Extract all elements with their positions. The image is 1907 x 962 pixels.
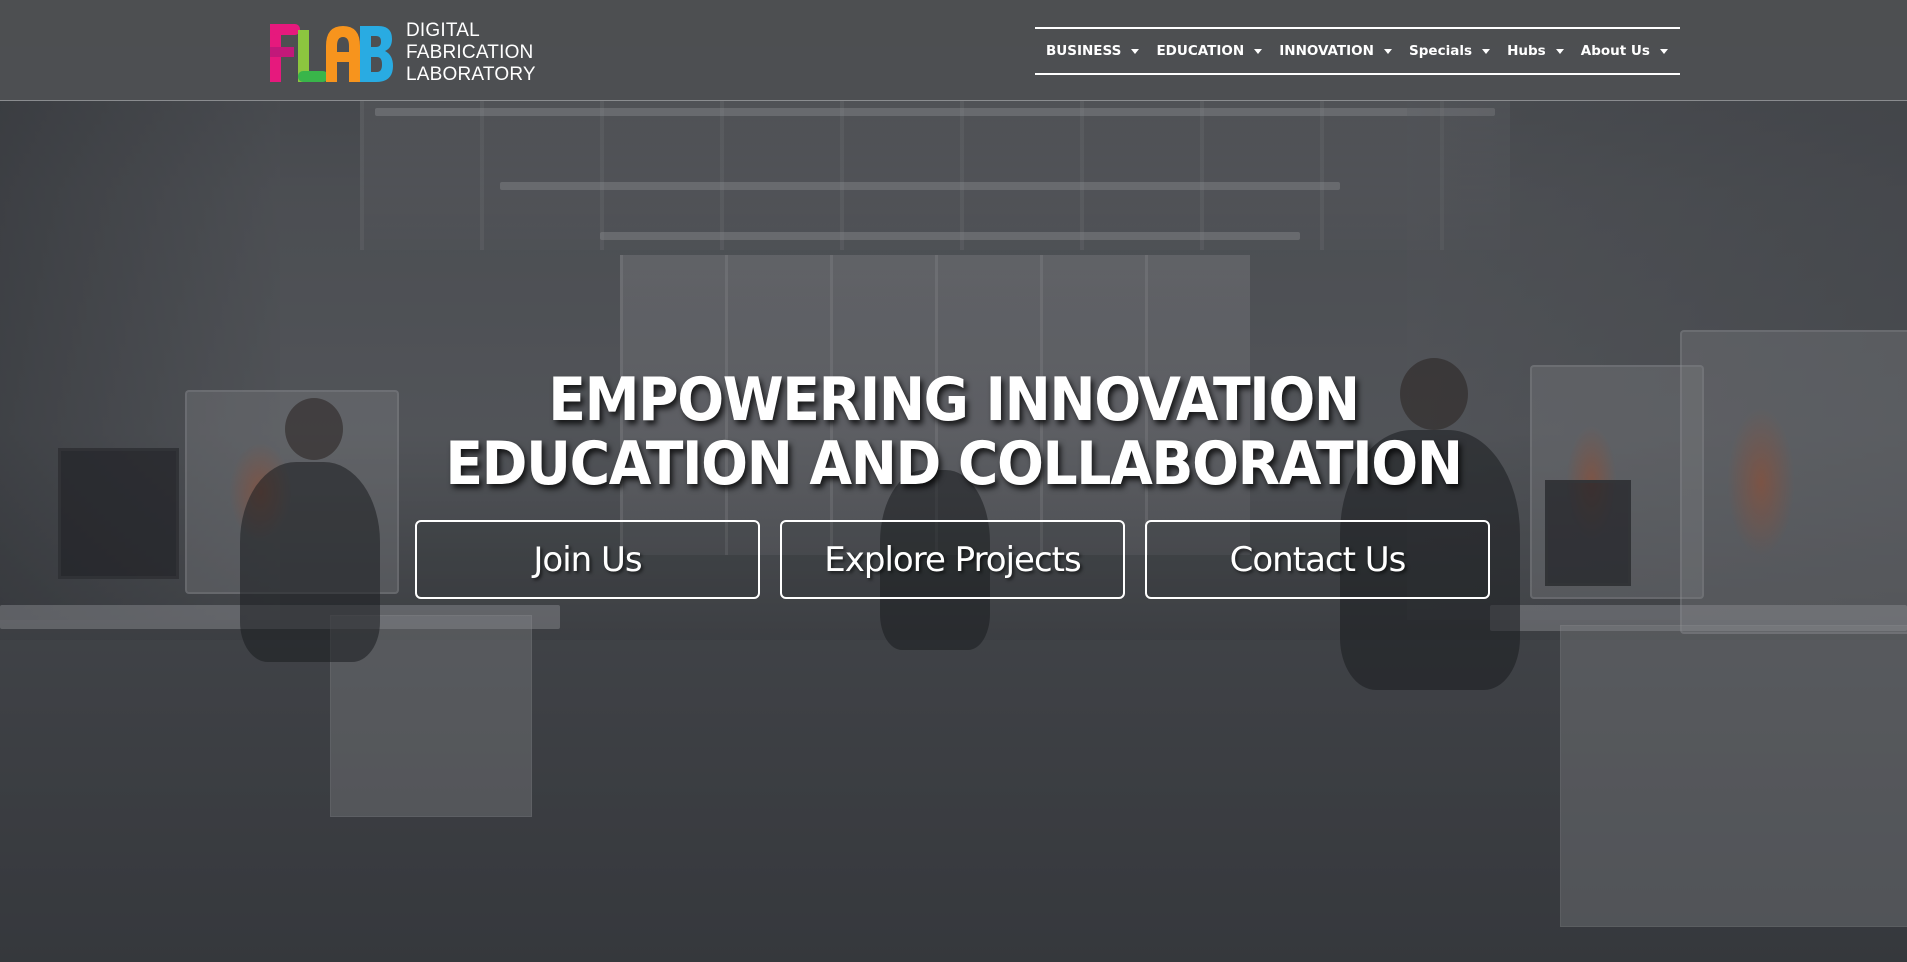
nav-item-label: EDUCATION xyxy=(1156,43,1245,59)
nav-item-label: Hubs xyxy=(1507,43,1546,59)
hero-title: EMPOWERING INNOVATION EDUCATION AND COLL… xyxy=(76,368,1830,496)
hero-title-line: EMPOWERING INNOVATION xyxy=(548,365,1360,435)
logo-line: DIGITAL xyxy=(406,20,480,41)
main-nav: BUSINESS EDUCATION INNOVATION Specials H… xyxy=(1035,27,1680,75)
hero-title-line: EDUCATION AND COLLABORATION xyxy=(445,429,1463,499)
join-us-button[interactable]: Join Us xyxy=(415,520,760,599)
caret-down-icon xyxy=(1659,48,1668,54)
nav-item-business[interactable]: BUSINESS xyxy=(1046,43,1140,59)
explore-projects-button[interactable]: Explore Projects xyxy=(780,520,1125,599)
nav-item-education[interactable]: EDUCATION xyxy=(1156,43,1263,59)
logo-wordmark: DIGITAL FABRICATION LABORATORY xyxy=(406,20,536,86)
nav-item-label: INNOVATION xyxy=(1279,43,1374,59)
nav-item-label: Specials xyxy=(1409,43,1472,59)
caret-down-icon xyxy=(1383,48,1392,54)
site-logo[interactable]: DIGITAL FABRICATION LABORATORY xyxy=(268,20,536,86)
logo-line: LABORATORY xyxy=(406,64,536,85)
nav-item-label: About Us xyxy=(1580,43,1650,59)
nav-item-label: BUSINESS xyxy=(1046,43,1122,59)
caret-down-icon xyxy=(1481,48,1490,54)
site-header: DIGITAL FABRICATION LABORATORY BUSINESS … xyxy=(0,0,1907,101)
caret-down-icon xyxy=(1131,48,1140,54)
flab-logo-icon xyxy=(268,22,394,84)
page: DIGITAL FABRICATION LABORATORY BUSINESS … xyxy=(0,0,1907,962)
nav-item-hubs[interactable]: Hubs xyxy=(1507,43,1564,59)
cta-button-group: Join Us Explore Projects Contact Us xyxy=(415,520,1490,599)
logo-line: FABRICATION xyxy=(406,42,534,63)
nav-item-specials[interactable]: Specials xyxy=(1409,43,1490,59)
contact-us-button[interactable]: Contact Us xyxy=(1145,520,1490,599)
caret-down-icon xyxy=(1555,48,1564,54)
caret-down-icon xyxy=(1254,48,1263,54)
nav-item-about-us[interactable]: About Us xyxy=(1581,43,1668,59)
nav-item-innovation[interactable]: INNOVATION xyxy=(1279,43,1392,59)
